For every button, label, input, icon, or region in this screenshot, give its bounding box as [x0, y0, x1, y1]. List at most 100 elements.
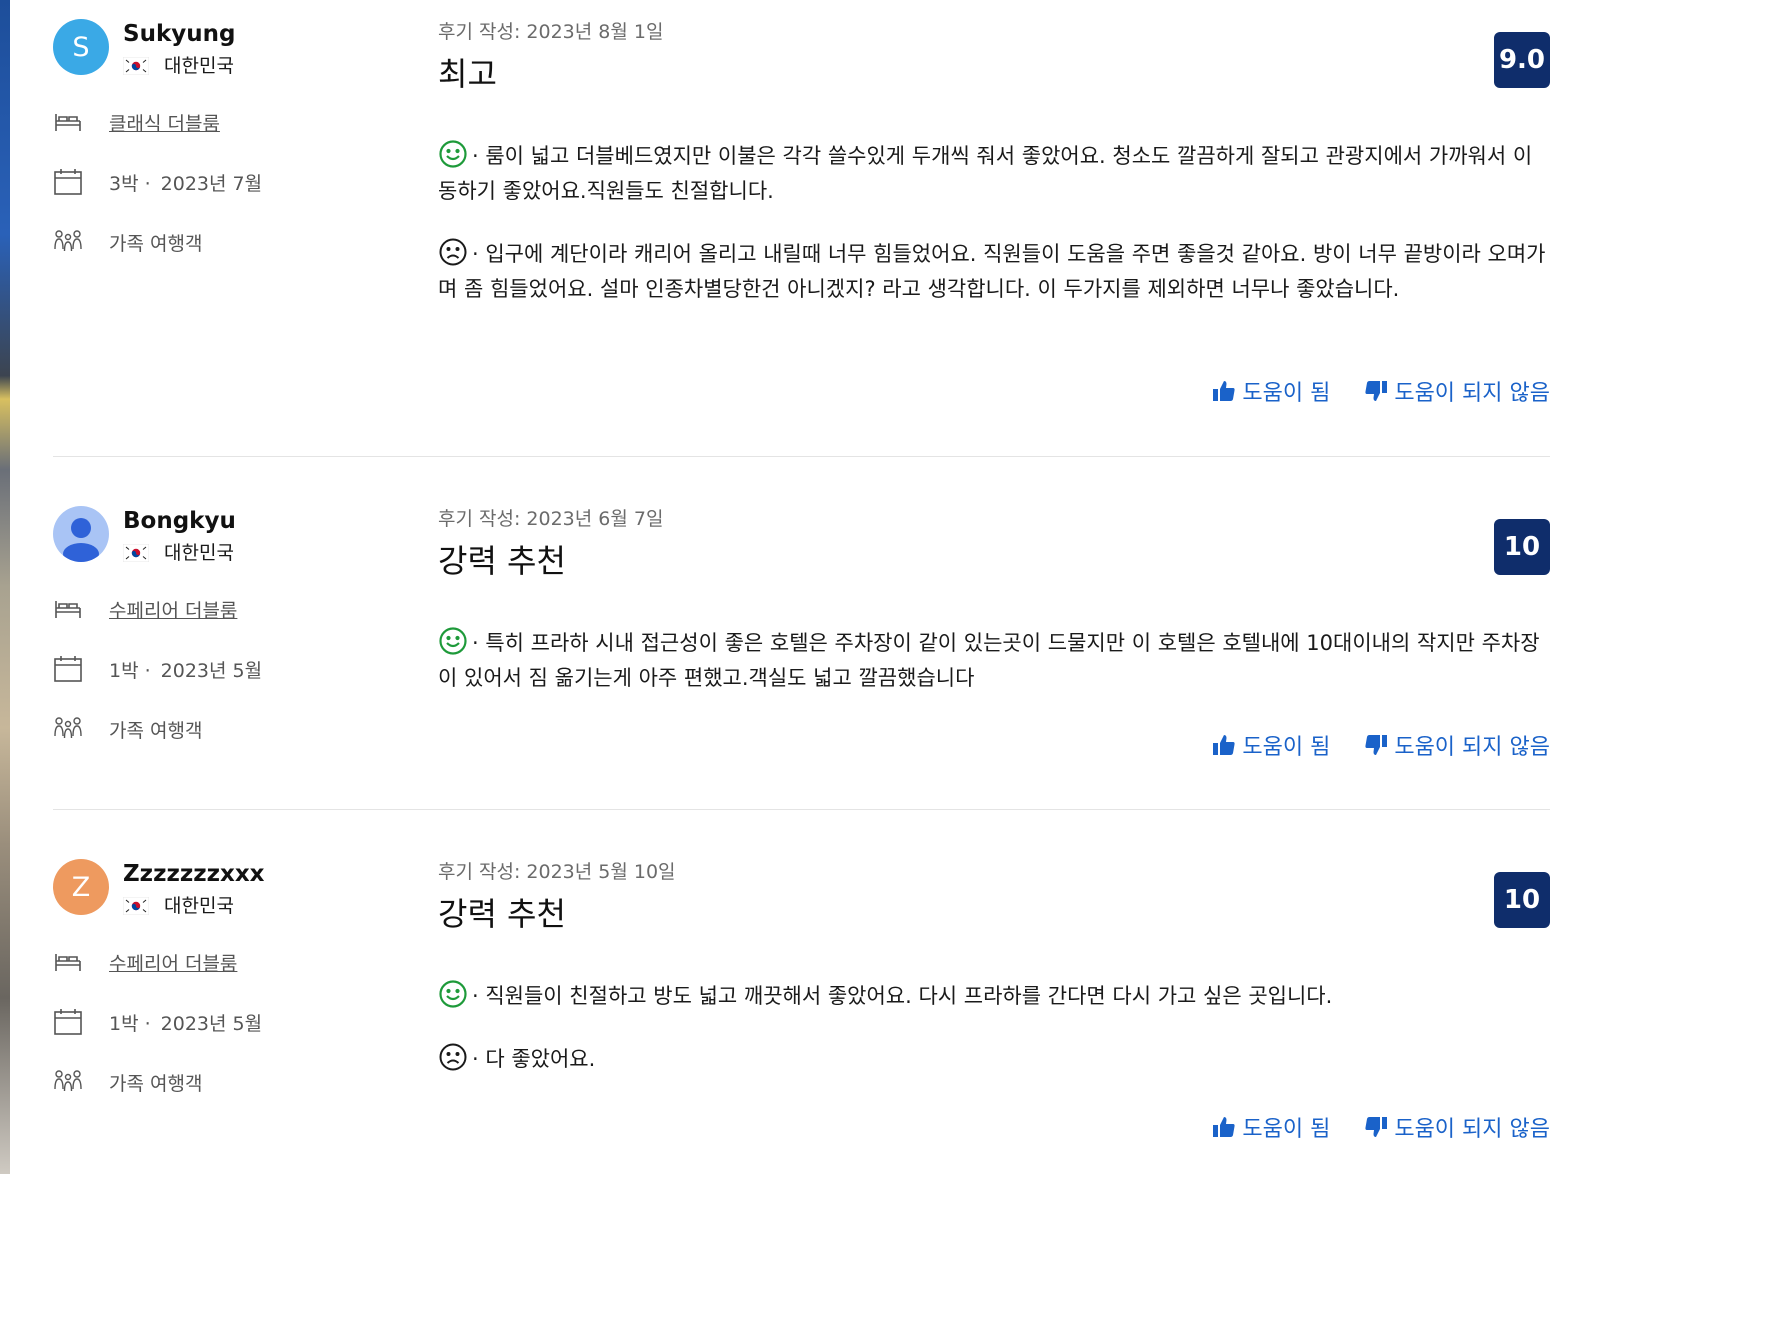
avatar-initial: S [72, 31, 90, 63]
room-type: 수페리어 더블룸 [53, 594, 237, 624]
room-type-link[interactable]: 수페리어 더블룸 [109, 596, 237, 623]
review-divider [53, 456, 1550, 457]
reviewer-country: 대한민국 [123, 53, 234, 79]
nights-count: 1박 · [109, 659, 151, 682]
traveler-type-label: 가족 여행객 [109, 1072, 203, 1095]
not-helpful-button[interactable]: 도움이 되지 않음 [1364, 729, 1550, 761]
helpfulness-votes: 도움이 됨 도움이 되지 않음 [1212, 1111, 1550, 1143]
sad-face-icon [439, 1043, 467, 1071]
bed-icon [55, 114, 81, 131]
calendar-icon [54, 169, 82, 195]
thumbs-up-icon [1213, 1117, 1235, 1137]
avatar [53, 506, 109, 562]
helpful-label: 도움이 됨 [1242, 1117, 1331, 1142]
not-helpful-label: 도움이 되지 않음 [1394, 735, 1550, 760]
stay-month: 2023년 5월 [160, 659, 263, 682]
stay-length: 1박 · 2023년 5월 [53, 654, 262, 684]
country-name: 대한민국 [164, 542, 234, 564]
south-korea-flag-icon [123, 544, 149, 562]
reviewer-name: Zzzzzzzxxx [123, 861, 265, 887]
review-content: 후기 작성: 2023년 5월 10일 강력 추천 · 직원들이 친절하고 방도… [438, 859, 1550, 1071]
reviewer-name: Bongkyu [123, 508, 236, 534]
traveler-type-label: 가족 여행객 [109, 719, 203, 742]
happy-face-icon [439, 140, 467, 168]
positive-text: · 룸이 넓고 더블베드였지만 이불은 각각 쓸수있게 두개씩 줘서 좋았어요.… [438, 144, 1533, 203]
thumbs-up-icon [1213, 381, 1235, 401]
country-name: 대한민국 [164, 55, 234, 77]
background-page-edge [0, 0, 10, 1174]
review-date: 후기 작성: 2023년 5월 10일 [438, 861, 676, 883]
nights-count: 1박 · [109, 1012, 151, 1035]
stay-length: 3박 · 2023년 7월 [53, 167, 262, 197]
helpfulness-votes: 도움이 됨 도움이 되지 않음 [1212, 729, 1550, 761]
south-korea-flag-icon [123, 897, 149, 915]
negative-comment: · 다 좋았어요. [438, 1042, 1550, 1077]
room-type: 수페리어 더블룸 [53, 947, 237, 977]
review-title: 강력 추천 [438, 542, 566, 580]
traveler-type-label: 가족 여행객 [109, 232, 203, 255]
traveler-type: 가족 여행객 [53, 227, 202, 257]
stay-month: 2023년 7월 [160, 172, 263, 195]
stay-month: 2023년 5월 [160, 1012, 263, 1035]
helpful-button[interactable]: 도움이 됨 [1212, 1111, 1330, 1143]
not-helpful-button[interactable]: 도움이 되지 않음 [1364, 1111, 1550, 1143]
helpful-button[interactable]: 도움이 됨 [1212, 375, 1330, 407]
thumbs-down-icon [1365, 1117, 1388, 1137]
stay-length: 1박 · 2023년 5월 [53, 1007, 262, 1037]
review-card: Bongkyu 대한민국 수페리어 더블룸 1박 · 2023년 5월 가족 여… [53, 506, 1550, 766]
default-user-icon [63, 518, 99, 562]
avatar-initial: Z [71, 871, 91, 903]
traveler-type: 가족 여행객 [53, 1067, 202, 1097]
reviewer-name: Sukyung [123, 21, 236, 47]
avatar: Z [53, 859, 109, 915]
happy-face-icon [439, 980, 467, 1008]
room-type: 클래식 더블룸 [53, 107, 220, 137]
positive-comment: · 특히 프라하 시내 접근성이 좋은 호텔은 주차장이 같이 있는곳이 드물지… [438, 626, 1550, 696]
not-helpful-button[interactable]: 도움이 되지 않음 [1364, 375, 1550, 407]
positive-text: · 직원들이 친절하고 방도 넓고 깨끗해서 좋았어요. 다시 프라하를 간다면… [472, 984, 1333, 1008]
review-date: 후기 작성: 2023년 6월 7일 [438, 508, 664, 530]
positive-comment: · 룸이 넓고 더블베드였지만 이불은 각각 쓸수있게 두개씩 줘서 좋았어요.… [438, 139, 1550, 209]
review-score-badge: 9.0 [1494, 32, 1550, 88]
thumbs-down-icon [1365, 735, 1388, 755]
calendar-icon [54, 656, 82, 682]
helpful-button[interactable]: 도움이 됨 [1212, 729, 1330, 761]
helpfulness-votes: 도움이 됨 도움이 되지 않음 [1212, 375, 1550, 407]
positive-text: · 특히 프라하 시내 접근성이 좋은 호텔은 주차장이 같이 있는곳이 드물지… [438, 631, 1540, 690]
avatar: S [53, 19, 109, 75]
sad-face-icon [439, 238, 467, 266]
reviewer-country: 대한민국 [123, 540, 234, 566]
country-name: 대한민국 [164, 895, 234, 917]
review-date: 후기 작성: 2023년 8월 1일 [438, 21, 664, 43]
family-icon [54, 717, 82, 739]
review-score-badge: 10 [1494, 872, 1550, 928]
review-content: 후기 작성: 2023년 6월 7일 강력 추천 · 특히 프라하 시내 접근성… [438, 506, 1550, 690]
negative-text: · 다 좋았어요. [472, 1047, 596, 1071]
thumbs-down-icon [1365, 381, 1388, 401]
room-type-link[interactable]: 수페리어 더블룸 [109, 949, 237, 976]
room-type-link[interactable]: 클래식 더블룸 [109, 109, 220, 136]
reviewer-country: 대한민국 [123, 893, 234, 919]
helpful-label: 도움이 됨 [1242, 735, 1331, 760]
review-title: 최고 [438, 55, 497, 93]
thumbs-up-icon [1213, 735, 1235, 755]
review-content: 후기 작성: 2023년 8월 1일 최고 · 룸이 넓고 더블베드였지만 이불… [438, 19, 1550, 301]
family-icon [54, 230, 82, 252]
review-divider [53, 809, 1550, 810]
negative-text: · 입구에 계단이라 캐리어 올리고 내릴때 너무 힘들었어요. 직원들이 도움… [438, 242, 1546, 301]
south-korea-flag-icon [123, 57, 149, 75]
review-score-badge: 10 [1494, 519, 1550, 575]
bed-icon [55, 601, 81, 618]
happy-face-icon [439, 627, 467, 655]
not-helpful-label: 도움이 되지 않음 [1394, 381, 1550, 406]
positive-comment: · 직원들이 친절하고 방도 넓고 깨끗해서 좋았어요. 다시 프라하를 간다면… [438, 979, 1550, 1014]
family-icon [54, 1070, 82, 1092]
negative-comment: · 입구에 계단이라 캐리어 올리고 내릴때 너무 힘들었어요. 직원들이 도움… [438, 237, 1550, 307]
bed-icon [55, 954, 81, 971]
calendar-icon [54, 1009, 82, 1035]
not-helpful-label: 도움이 되지 않음 [1394, 1117, 1550, 1142]
review-card: Z Zzzzzzzxxx 대한민국 수페리어 더블룸 1박 · 2023년 5월… [53, 859, 1550, 1159]
review-title: 강력 추천 [438, 895, 566, 933]
nights-count: 3박 · [109, 172, 151, 195]
traveler-type: 가족 여행객 [53, 714, 202, 744]
